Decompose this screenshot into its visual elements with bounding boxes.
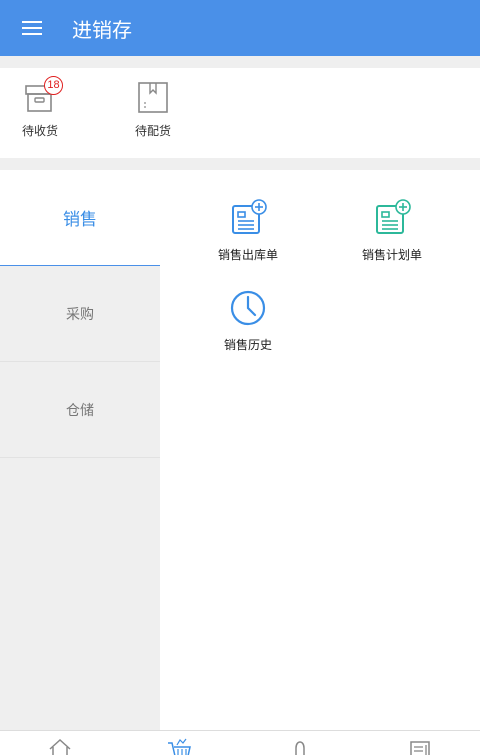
pending-receipt-label: 待收货: [21, 124, 58, 138]
cart-icon: [168, 738, 191, 755]
document-add-icon: [228, 198, 268, 238]
news-icon: [410, 741, 430, 755]
quick-actions-panel: 18 待收货 待配货: [0, 68, 480, 158]
pending-receipt-button[interactable]: 18 待收货: [0, 76, 80, 150]
inbox-box-icon: 18: [22, 76, 63, 116]
bookmark-page-icon: [135, 80, 171, 116]
pending-picking-button[interactable]: 待配货: [113, 80, 193, 150]
nav-ideas[interactable]: [280, 737, 320, 755]
menu-button[interactable]: [0, 0, 64, 56]
nav-cart[interactable]: [160, 737, 200, 755]
home-icon: [49, 738, 71, 755]
sales-plan-button[interactable]: 销售计划单: [332, 198, 452, 278]
sales-history-button[interactable]: 销售历史: [188, 288, 308, 368]
sales-history-label: 销售历史: [223, 338, 272, 352]
category-sidebar: 销售 采购 仓储: [0, 170, 160, 730]
clock-icon: [228, 288, 268, 328]
document-add-icon: [372, 198, 412, 238]
sales-outbound-button[interactable]: 销售出库单: [188, 198, 308, 278]
pending-picking-label: 待配货: [134, 124, 171, 138]
nav-news[interactable]: [400, 737, 440, 755]
nav-home[interactable]: [40, 737, 80, 755]
app-header: 进销存: [0, 0, 480, 56]
hamburger-menu-icon: [22, 21, 42, 35]
pending-count-badge: 18: [44, 76, 63, 95]
bulb-icon: [295, 741, 305, 755]
tab-sales[interactable]: 销售: [0, 170, 160, 266]
bottom-nav: [0, 730, 480, 755]
sales-plan-label: 销售计划单: [361, 248, 422, 262]
tab-storage[interactable]: 仓储: [0, 362, 160, 458]
main-panel: 销售 采购 仓储 销售出库单 销售计划单 销售历史: [0, 170, 480, 730]
tab-purchase[interactable]: 采购: [0, 266, 160, 362]
page-title: 进销存: [72, 17, 132, 42]
sales-outbound-label: 销售出库单: [217, 248, 278, 262]
